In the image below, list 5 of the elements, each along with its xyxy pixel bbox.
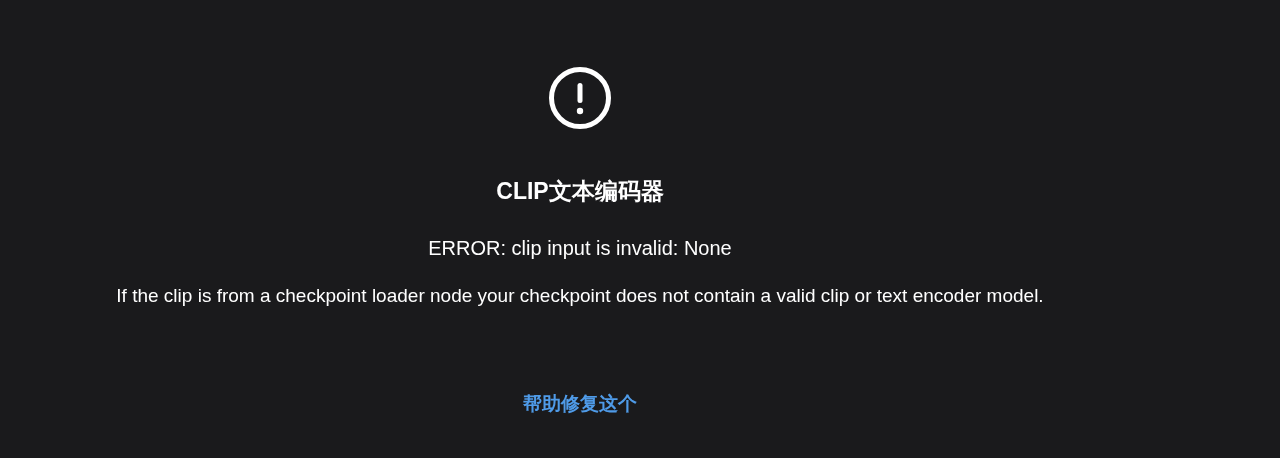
error-description: If the clip is from a checkpoint loader node your checkpoint does not contain a valid clip or text encoder model.	[116, 284, 1044, 308]
alert-icon	[548, 66, 612, 130]
error-title: CLIP文本编码器	[496, 177, 664, 206]
help-link[interactable]: 帮助修复这个	[523, 392, 637, 416]
error-message: ERROR: clip input is invalid: None	[428, 236, 732, 260]
